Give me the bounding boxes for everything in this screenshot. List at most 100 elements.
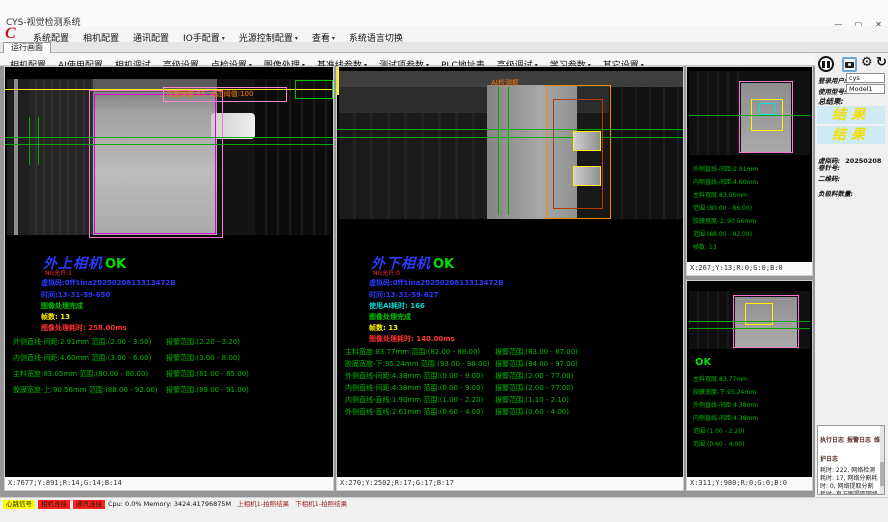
measurement-value-text: 胶膜宽度-上:90.56mm 范围:(88.00 - 92.00) bbox=[13, 385, 166, 395]
toolbar: 相机配置AI使用配置相机调试高级设置点检设置▾图像处理▾基准线参数▾测试项参数▾… bbox=[0, 53, 888, 66]
log-text: 耗时: 222, 网络检测耗时: 17, 网络分割耗时: 0, 网络提取分割耗时… bbox=[818, 466, 884, 495]
pixel-readout: X:7677;Y:891;R:14;G:14;B:14 bbox=[5, 477, 333, 490]
overlay-feature-box bbox=[573, 166, 601, 186]
menubar: C 系统配置相机配置通讯配置IO手配置▾光源控制配置▾查看▾系统语言切换 bbox=[0, 26, 888, 42]
measurement-list: 主料宽度:83.77mm 范围:(82.00 - 88.00)报警范围:(83.… bbox=[345, 347, 681, 427]
camera-icon bbox=[845, 62, 854, 68]
ai-time-text: 使用AI耗时: 166 bbox=[369, 301, 425, 311]
barcode-text: 虚拟码:0ff1ina2025020813313472B bbox=[369, 278, 504, 288]
cpu-memory-text: Cpu: 0.0% Memory: 3424.41796875M bbox=[108, 500, 231, 509]
pixel-readout: X:311;Y:980;R:0;G:0;B:0 bbox=[687, 477, 812, 490]
overlay-text-line: 外侧直线-间距:2.91mm bbox=[693, 163, 758, 176]
result-ok: OK bbox=[105, 257, 126, 272]
threshold-overlay-text: 灰度阈值:93, 动态阈值:100 bbox=[166, 89, 253, 99]
overlay-line-green bbox=[508, 87, 509, 215]
dropdown-arrow-icon: ▾ bbox=[332, 35, 335, 42]
refresh-icon: ↻ bbox=[876, 55, 887, 70]
overlay-line-green bbox=[498, 87, 499, 215]
pixel-readout: X:267;Y:13;R:0;G:0;B:0 bbox=[687, 262, 812, 275]
overlay-text-block: 主料宽度:83.77mm胶膜宽度-下:95.24mm外侧直线-间距:4.38mm… bbox=[693, 373, 758, 451]
alarm-range-text: 报警范围:(2.00 - 77.00) bbox=[495, 384, 573, 392]
measurement-value-text: 内侧直线-间距:4.60mm 范围:(3.00 - 6.00) bbox=[13, 353, 166, 363]
heartbeat-badge: 心跳信号 bbox=[3, 500, 35, 509]
log-tab-执行日志[interactable]: 执行日志 bbox=[820, 437, 844, 444]
alarm-range-text: 报警范围:(0.60 - 4.00) bbox=[495, 408, 569, 416]
pause-icon bbox=[822, 61, 825, 68]
log-tab-报警日志[interactable]: 报警日志 bbox=[847, 437, 871, 444]
measurement-value-text: 外侧直线-间距:4.38mm 范围:(0.00 - 9.00) bbox=[345, 371, 495, 381]
ng-note: NG允许:0 bbox=[373, 270, 400, 278]
titlebar: CYS-视觉检测系统 — ▢ ✕ bbox=[0, 0, 888, 26]
machine-image-fragment bbox=[7, 79, 29, 235]
measurement-row: 内侧直线-间距:4.60mm 范围:(3.00 - 6.00)报警范围:(3.0… bbox=[13, 353, 240, 363]
overlay-line-green bbox=[5, 144, 333, 145]
measurement-value-text: 外侧直线-间距:2.91mm 范围:(2.00 - 3.50) bbox=[13, 337, 166, 347]
measurement-row: 外侧直线-直线:2.61mm 范围:(0.60 - 4.00)报警范围:(0.6… bbox=[345, 407, 569, 417]
measurement-value-text: 主料宽度:83.05mm 范围:(80.00 - 86.00) bbox=[13, 369, 166, 379]
refresh-button[interactable]: ↻ bbox=[876, 55, 887, 70]
pixel-readout: X:270;Y:2502;R:17;G:17;B:17 bbox=[337, 477, 683, 490]
overlay-text-line: 胶膜宽度-下:95.24mm bbox=[693, 386, 758, 399]
tab-row: 运行画面 bbox=[0, 42, 888, 53]
tab-run-screen[interactable]: 运行画面 bbox=[3, 42, 51, 53]
overlay-text-line: 范围:(80.00 - 86.00) bbox=[693, 202, 758, 215]
measurement-value-text: 胶膜宽度-下:95.24mm 范围:(93.00 - 98.00) bbox=[345, 359, 495, 369]
log-box[interactable]: 执行日志报警日志维护日志 耗时: 222, 网络检测耗时: 17, 网络分割耗时… bbox=[817, 425, 885, 495]
alarm-range-text: 报警范围:(3.00 - 8.00) bbox=[166, 354, 240, 362]
camera-button[interactable] bbox=[842, 57, 857, 72]
alarm-range-text: 报警范围:(1.10 - 2.10) bbox=[495, 396, 569, 404]
camera-view-outer-lower[interactable]: AI检测框 外下相机OK NG允许:0 虚拟码:0ff1ina202502081… bbox=[336, 66, 684, 491]
overlay-text-line: 胶膜宽度-上:90.56mm bbox=[693, 215, 758, 228]
sidebar: ⚙ ↻ 登录用户: cys 使用型号: Model1 总结果: 结果 结果 虚拟… bbox=[815, 53, 888, 497]
ai-box-label: AI检测框 bbox=[491, 78, 519, 88]
log-scrollbar-thumb[interactable] bbox=[880, 462, 884, 486]
result-display-2: 结果 bbox=[817, 126, 885, 144]
camera-image[interactable] bbox=[339, 71, 683, 219]
count-label: 负极料数量: bbox=[818, 188, 853, 198]
camera-view-outer-upper[interactable]: 灰度阈值:93, 动态阈值:100 外上相机OK NG允许:1 虚拟码:0ff1… bbox=[4, 66, 334, 491]
model-label: 使用型号: bbox=[818, 86, 847, 96]
status-done-text: 图像处理完成 bbox=[41, 301, 83, 311]
measurement-value-text: 内侧直线-直线:1.90mm 范围:(1.00 - 2.20) bbox=[345, 395, 495, 405]
overlay-rect-green bbox=[295, 80, 333, 99]
overlay-line-green bbox=[337, 137, 683, 138]
gear-button[interactable]: ⚙ bbox=[861, 55, 873, 70]
log-scrollbar[interactable] bbox=[880, 426, 884, 494]
machine-image-fragment bbox=[689, 71, 739, 155]
camera-image[interactable] bbox=[689, 71, 810, 155]
overlay-text-line: 范围:(88.00 - 92.00) bbox=[693, 228, 758, 241]
overlay-line-green bbox=[689, 328, 810, 329]
comm-link-badge: 通讯连接 bbox=[73, 500, 105, 509]
alarm-range-text: 报警范围:(2.20 - 3.20) bbox=[166, 338, 240, 346]
overlay-text-block: 外侧直线-间距:2.91mm内侧直线-间距:4.60mm主料宽度:83.05mm… bbox=[693, 163, 758, 254]
pause-button[interactable] bbox=[818, 56, 834, 72]
frame-count-text: 帧数: 13 bbox=[41, 312, 70, 322]
measurement-row: 外侧直线-间距:2.91mm 范围:(2.00 - 3.50)报警范围:(2.2… bbox=[13, 337, 240, 347]
threshold-overlay-box: 灰度阈值:93, 动态阈值:100 bbox=[163, 87, 287, 102]
camera-view-thumb-bottom[interactable]: OK 主料宽度:83.77mm胶膜宽度-下:95.24mm外侧直线-间距:4.3… bbox=[686, 280, 813, 491]
process-time-text: 图像处理耗时: 258.00ms bbox=[41, 323, 127, 333]
app-window: CYS-视觉检测系统 — ▢ ✕ C 系统配置相机配置通讯配置IO手配置▾光源控… bbox=[0, 0, 888, 522]
overlay-text-line: 帧数: 13 bbox=[693, 241, 758, 254]
result-ok: OK bbox=[695, 357, 711, 368]
model-input[interactable]: Model1 bbox=[846, 84, 885, 94]
app-logo-icon: C bbox=[5, 25, 16, 43]
measurement-value-text: 内侧直线-间距:4.38mm 范围:(0.00 - 9.00) bbox=[345, 383, 495, 393]
camera-view-thumb-top[interactable]: 外侧直线-间距:2.91mm内侧直线-间距:4.60mm主料宽度:83.05mm… bbox=[686, 66, 813, 276]
overlay-line-green bbox=[337, 129, 683, 130]
overlay-line-green bbox=[29, 117, 30, 165]
login-user-label: 登录用户: bbox=[818, 75, 847, 85]
camera-image[interactable] bbox=[689, 291, 810, 349]
overlay-text-line: 内侧直线-间距:4.38mm bbox=[693, 412, 758, 425]
overlay-line-green bbox=[38, 117, 39, 165]
result-ok: OK bbox=[433, 257, 454, 272]
alarm-range-text: 报警范围:(89.00 - 91.00) bbox=[166, 386, 249, 394]
overlay-line-green bbox=[689, 321, 810, 322]
code-value: 20250208 bbox=[845, 157, 881, 165]
overlay-feature-box bbox=[573, 131, 601, 151]
measurement-value-text: 主料宽度:83.77mm 范围:(82.00 - 88.00) bbox=[345, 347, 495, 357]
lower-camera-result-text: 下相机1-拍照结果 bbox=[295, 500, 347, 509]
login-user-input[interactable]: cys bbox=[846, 73, 885, 83]
overlay-text-line: 内侧直线-间距:4.60mm bbox=[693, 176, 758, 189]
machine-image-fragment bbox=[689, 291, 733, 349]
